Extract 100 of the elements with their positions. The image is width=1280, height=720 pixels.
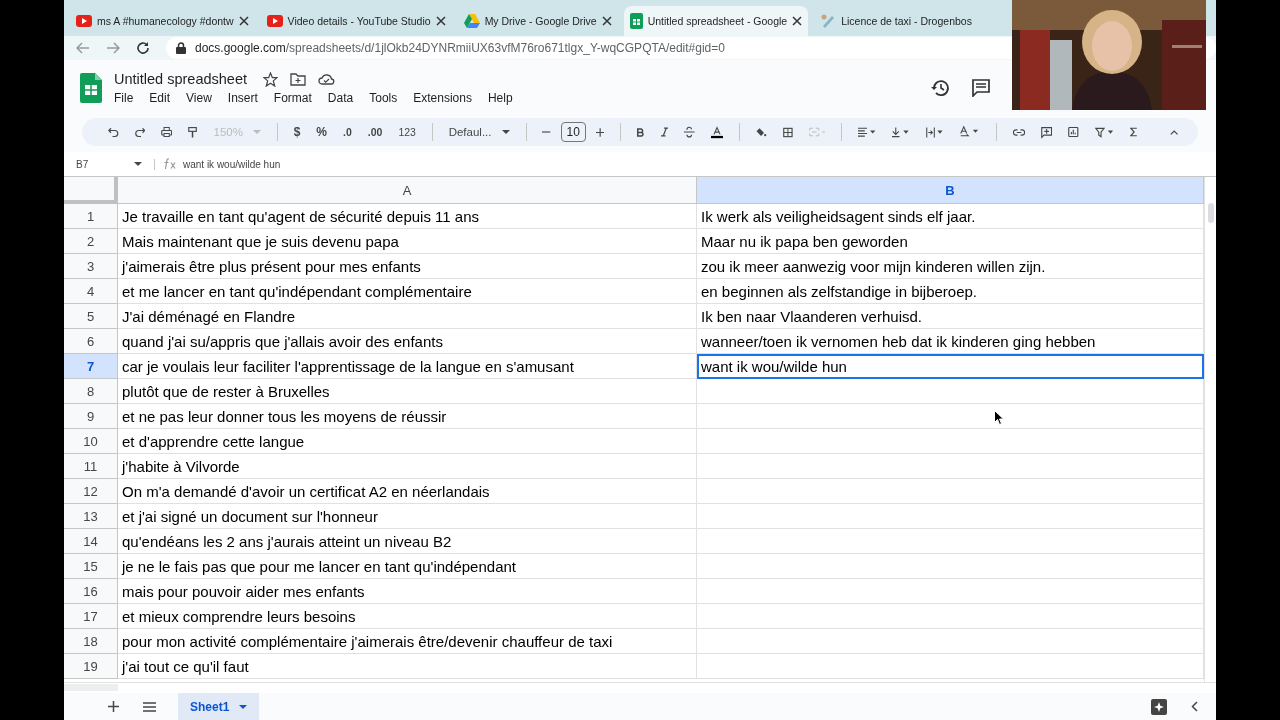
vertical-align-icon[interactable] [892, 125, 911, 139]
tab-title: Licence de taxi - Drogenbos [841, 15, 972, 27]
triangle-icon [463, 14, 480, 28]
table-cell: mais pour pouvoir aider mes enfants [118, 579, 697, 604]
font-size-field[interactable]: 10 [560, 122, 586, 142]
close-icon[interactable] [435, 16, 446, 26]
forward-icon[interactable] [106, 42, 120, 54]
row-header[interactable]: 14 [64, 529, 118, 554]
menu-item[interactable]: Edit [149, 91, 179, 105]
row-header[interactable]: 6 [64, 329, 118, 354]
lock-icon [176, 42, 186, 54]
browser-tab[interactable]: ms A #humanecology #dontw [70, 6, 255, 36]
active-cell[interactable]: want ik wou/wilde hun [697, 354, 1204, 379]
menu-item[interactable]: File [114, 91, 142, 105]
collapse-icon[interactable] [1169, 128, 1178, 136]
browser-tab[interactable]: Untitled spreadsheet - Google [623, 6, 809, 36]
italic-icon[interactable] [660, 126, 669, 138]
merge-cells-icon[interactable] [808, 126, 826, 138]
add-comment-icon[interactable] [1040, 124, 1052, 140]
decrease-decimals-button[interactable]: .0 [343, 126, 352, 138]
row-header[interactable]: 8 [64, 379, 118, 404]
sum-icon[interactable] [1130, 126, 1138, 138]
scrollbar-thumb[interactable] [64, 684, 118, 691]
add-sheet-icon[interactable] [108, 701, 119, 712]
row-header[interactable]: 9 [64, 404, 118, 429]
strikethrough-icon[interactable] [684, 126, 695, 138]
document-title[interactable]: Untitled spreadsheet [114, 71, 247, 87]
table-cell: zou ik meer aanwezig voor mijn kinderen willen zijn. [697, 254, 1204, 279]
reload-icon[interactable] [136, 41, 150, 55]
star-icon[interactable] [263, 71, 278, 87]
filter-icon[interactable] [1094, 125, 1115, 139]
table-cell: car je voulais leur faciliter l'apprentissage de la langue en s'amusant [118, 354, 697, 379]
chart-icon[interactable] [1067, 125, 1079, 139]
menu-item[interactable]: Extensions [413, 91, 480, 105]
undo-icon[interactable] [108, 126, 119, 138]
table-cell: pour mon activité complémentaire j'aimerais être/devenir chauffeur de taxi [118, 629, 697, 654]
explore-icon[interactable] [1151, 698, 1167, 715]
formula-field[interactable]: want ik wou/wilde hun [183, 158, 281, 170]
row-header[interactable]: 11 [64, 454, 118, 479]
row-header[interactable]: 12 [64, 479, 118, 504]
row-header[interactable]: 2 [64, 229, 118, 254]
table-cell: Je travaille en tant qu'agent de sécurité depuis 11 ans [118, 204, 697, 229]
browser-tab[interactable]: Licence de taxi - Drogenbos [814, 6, 978, 36]
plus-icon[interactable] [595, 126, 605, 138]
tab-title: Video details - YouTube Studio [287, 15, 431, 27]
row-header[interactable]: 13 [64, 504, 118, 529]
tab-title: My Drive - Google Drive [484, 15, 597, 27]
table-cell: j'ai tout ce qu'il faut [118, 654, 697, 679]
row-header[interactable]: 15 [64, 554, 118, 579]
close-icon[interactable] [238, 16, 249, 26]
number-format-button[interactable]: 123 [398, 126, 416, 138]
column-header[interactable]: B [697, 177, 1204, 204]
menu-item[interactable]: Data [327, 91, 362, 105]
borders-icon[interactable] [782, 125, 793, 139]
bold-icon[interactable] [636, 126, 645, 138]
row-header[interactable]: 17 [64, 604, 118, 629]
paint-format-icon[interactable] [188, 124, 198, 140]
menu-item[interactable]: Format [273, 91, 320, 105]
redo-icon[interactable] [134, 126, 146, 138]
fill-color-icon[interactable] [755, 125, 767, 139]
scrollbar-thumb[interactable] [1208, 203, 1214, 223]
print-icon[interactable] [161, 125, 173, 139]
name-box[interactable]: B7 [64, 158, 155, 170]
row-header[interactable]: 10 [64, 429, 118, 454]
row-header[interactable]: 7 [64, 354, 118, 379]
sheets-icon [629, 13, 643, 29]
font-dropdown[interactable]: Defaul... [448, 126, 510, 138]
all-sheets-icon[interactable] [143, 701, 156, 712]
folder-icon[interactable] [290, 72, 306, 86]
row-header[interactable]: 5 [64, 304, 118, 329]
menu-item[interactable]: Insert [227, 91, 266, 105]
column-header[interactable]: A [118, 177, 697, 204]
row-header[interactable]: 1 [64, 204, 118, 229]
table-cell: qu'endéans les 2 ans j'aurais atteint un niveau B2 [118, 529, 697, 554]
currency-format-button[interactable]: $ [293, 125, 301, 139]
percent-format-button[interactable]: % [316, 125, 327, 139]
menu-item[interactable]: Help [487, 91, 521, 105]
row-header[interactable]: 19 [64, 654, 118, 679]
increase-decimals-button[interactable]: .00 [367, 126, 383, 138]
link-icon[interactable] [1012, 127, 1025, 137]
row-header[interactable]: 16 [64, 579, 118, 604]
comment-icon[interactable] [972, 79, 990, 97]
sheet-tab[interactable]: Sheet1 [178, 693, 260, 720]
browser-tab[interactable]: Video details - YouTube Studio [260, 6, 452, 36]
back-icon[interactable] [76, 42, 90, 54]
row-header[interactable]: 18 [64, 629, 118, 654]
close-icon[interactable] [792, 16, 803, 26]
menu-item[interactable]: View [186, 91, 220, 105]
menu-item[interactable]: Tools [369, 91, 406, 105]
table-cell: en beginnen als zelfstandige in bijberoep. [697, 279, 1204, 304]
text-rotation-icon[interactable] [960, 125, 980, 139]
text-color-icon[interactable] [710, 124, 723, 140]
row-header[interactable]: 3 [64, 254, 118, 279]
close-icon[interactable] [601, 16, 612, 26]
align-icon[interactable] [857, 126, 876, 138]
text-wrap-icon[interactable] [926, 125, 945, 139]
browser-tab[interactable]: My Drive - Google Drive [457, 6, 618, 36]
history-icon[interactable] [930, 79, 950, 97]
row-header[interactable]: 4 [64, 279, 118, 304]
table-cell: et j'ai signé un document sur l'honneur [118, 504, 697, 529]
